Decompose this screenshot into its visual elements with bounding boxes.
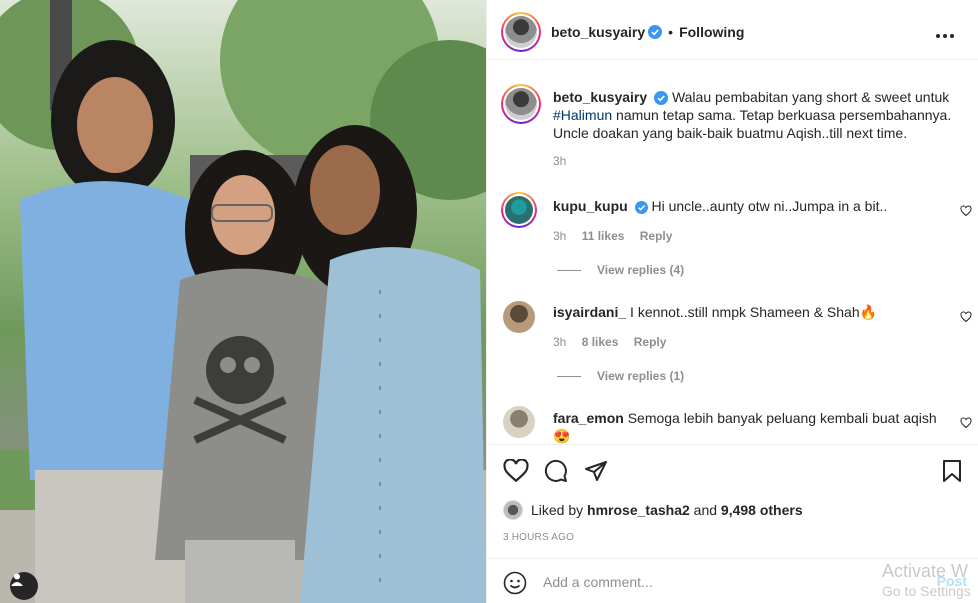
caption-time[interactable]: 3h (553, 152, 953, 170)
comment-text: kupu_kupu Hi uncle..aunty otw ni..Jumpa … (553, 197, 943, 215)
header-user-row: beto_kusyairy • Following (551, 24, 744, 40)
likes-summary[interactable]: Liked by hmrose_tasha2 and 9,498 others (503, 500, 803, 520)
comment-icon[interactable] (543, 459, 569, 483)
caption-hashtag[interactable]: #Halimun (553, 107, 612, 123)
liker-avatar (503, 500, 523, 520)
liker-username[interactable]: hmrose_tasha2 (587, 502, 690, 518)
comment-avatar[interactable] (503, 301, 535, 333)
comment-like-heart-icon[interactable] (960, 311, 972, 323)
caption-avatar[interactable] (501, 84, 541, 124)
comment-text: fara_emon Semoga lebih banyak peluang ke… (553, 409, 943, 445)
post-header: beto_kusyairy • Following (487, 4, 978, 60)
view-replies-button[interactable]: View replies (1) (557, 369, 684, 383)
comment-avatar[interactable] (501, 192, 537, 228)
comment-avatar[interactable] (503, 406, 535, 438)
heart-icon[interactable] (503, 459, 529, 483)
caption-username[interactable]: beto_kusyairy (553, 89, 647, 105)
view-replies-label: View replies (1) (597, 369, 685, 383)
comment-username[interactable]: isyairdani_ (553, 304, 626, 320)
comment-likes[interactable]: 8 likes (582, 335, 619, 349)
tag-user-button[interactable] (10, 572, 38, 600)
bookmark-icon[interactable] (941, 459, 963, 483)
more-options-button[interactable] (935, 26, 955, 44)
comment-body: Hi uncle..aunty otw ni..Jumpa in a bit.. (651, 198, 888, 214)
comment-username[interactable]: fara_emon (553, 410, 624, 426)
watermark-line1: Activate W (882, 561, 969, 581)
caption-body-end: namun tetap sama. Tetap berkuasa persemb… (553, 107, 952, 141)
comment-meta: 3h 11 likes Reply (553, 229, 684, 243)
comment-time[interactable]: 3h (553, 335, 566, 349)
comment-likes[interactable]: 11 likes (582, 229, 625, 243)
view-replies-button[interactable]: View replies (4) (557, 263, 684, 277)
user-tag-icon (11, 573, 23, 586)
following-button[interactable]: Following (679, 24, 744, 40)
reply-button[interactable]: Reply (634, 335, 667, 349)
verified-badge-icon (654, 91, 669, 106)
comment-like-heart-icon[interactable] (960, 417, 972, 429)
likes-others[interactable]: 9,498 others (721, 502, 803, 518)
post-timestamp[interactable]: 3 HOURS AGO (503, 532, 574, 543)
comment-like-heart-icon[interactable] (960, 205, 972, 217)
windows-activation-watermark: Activate W Go to Settings (882, 560, 971, 600)
photo-illustration (0, 0, 486, 603)
post-photo[interactable] (0, 0, 486, 603)
caption-body-start: Walau pembabitan yang short & sweet untu… (671, 89, 950, 105)
caption-text: beto_kusyairy Walau pembabitan yang shor… (553, 88, 953, 170)
post-action-bar (487, 444, 978, 496)
author-username[interactable]: beto_kusyairy (551, 24, 645, 40)
reply-button[interactable]: Reply (640, 229, 673, 243)
likes-prefix: Liked by (531, 502, 584, 518)
separator-dot: • (668, 24, 674, 40)
view-replies-label: View replies (4) (597, 263, 685, 277)
more-options-icon (936, 34, 954, 38)
comment-input[interactable] (543, 571, 843, 593)
post-side-panel: beto_kusyairy • Following beto_kusyairy … (486, 0, 978, 603)
comment-text: isyairdani_ I kennot..still nmpk Shameen… (553, 303, 943, 321)
likes-middle: and (693, 502, 718, 518)
comment-meta: 3h 8 likes Reply (553, 335, 678, 349)
verified-badge-icon (648, 25, 663, 39)
paper-plane-icon[interactable] (583, 459, 609, 483)
author-avatar[interactable] (501, 12, 541, 52)
comment-time[interactable]: 3h (553, 229, 566, 243)
smiley-icon[interactable] (503, 571, 527, 595)
verified-badge-icon (634, 200, 648, 214)
watermark-line2: Go to Settings (882, 583, 971, 599)
comment-body: I kennot..still nmpk Shameen & Shah🔥 (630, 304, 878, 320)
comment-username[interactable]: kupu_kupu (553, 198, 628, 214)
